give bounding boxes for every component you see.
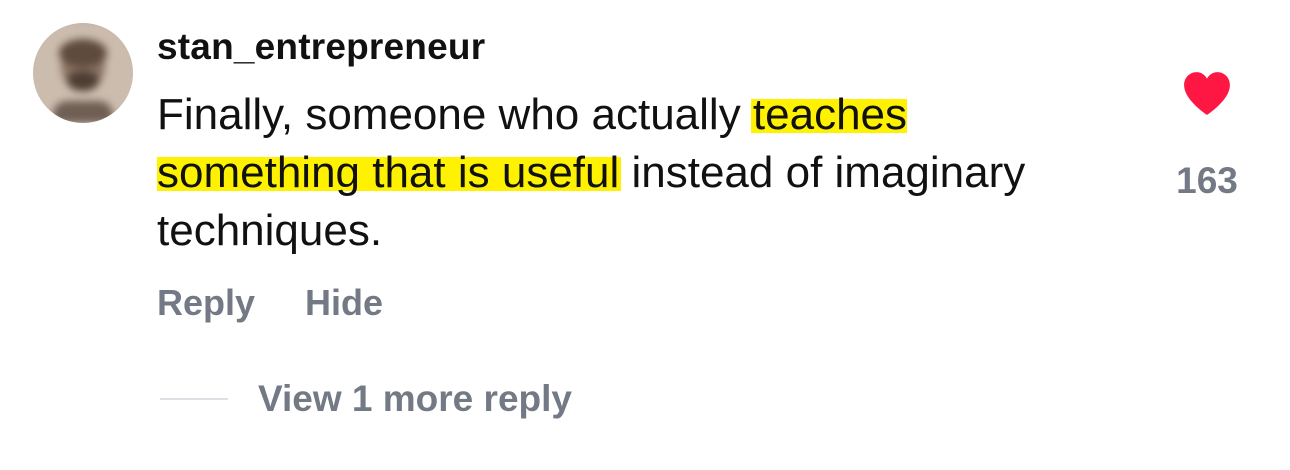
like-container: 163 <box>1170 70 1244 202</box>
like-count: 163 <box>1176 160 1238 201</box>
hide-button[interactable]: Hide <box>305 282 383 324</box>
avatar[interactable] <box>33 23 133 123</box>
comment-text-before: Finally, someone who actually <box>157 90 753 139</box>
avatar-image <box>33 23 133 123</box>
replies-divider-line <box>160 398 228 400</box>
comment-text: Finally, someone who actually teaches so… <box>157 86 1057 260</box>
reply-button[interactable]: Reply <box>157 282 255 324</box>
view-more-replies-label: View 1 more reply <box>258 378 572 419</box>
heart-icon[interactable] <box>1182 70 1232 116</box>
comment-actions: Reply Hide <box>157 282 383 324</box>
comment-username[interactable]: stan_entrepreneur <box>157 26 485 68</box>
view-more-replies-button[interactable]: View 1 more reply <box>160 378 572 420</box>
